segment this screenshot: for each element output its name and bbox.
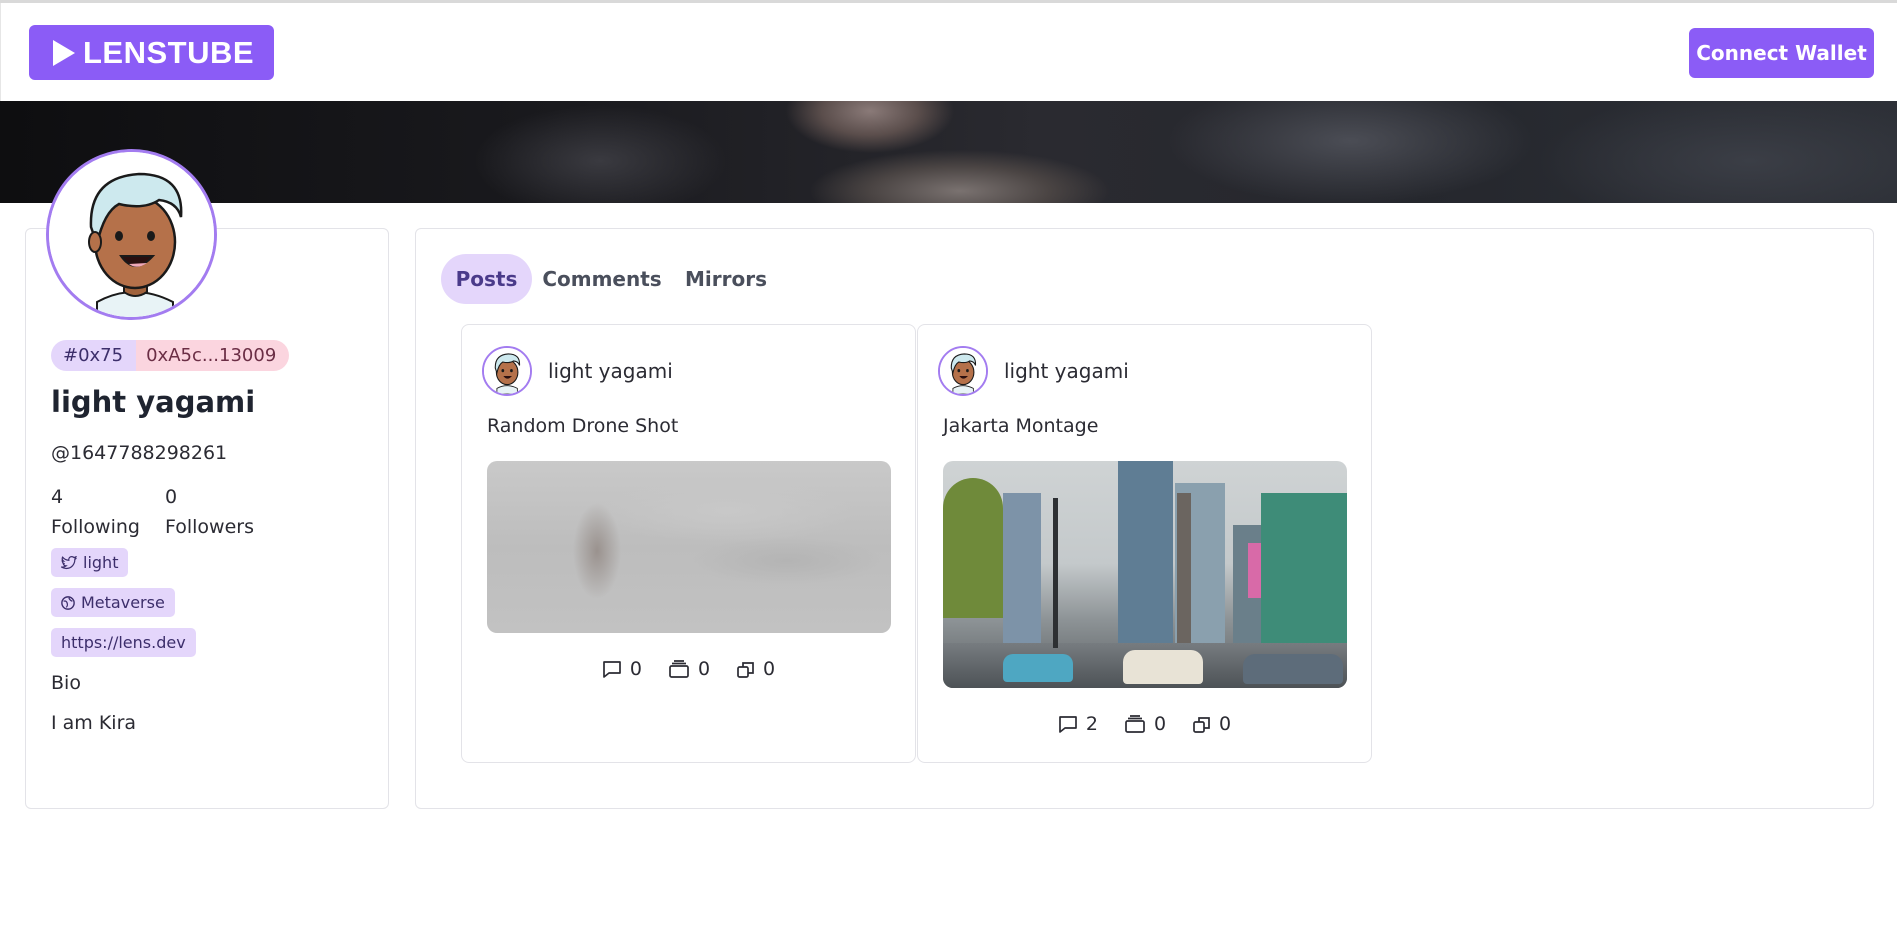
avatar-illustration — [940, 348, 986, 394]
followers-count: 0 — [165, 486, 178, 508]
collects-stat[interactable]: 0 — [668, 658, 710, 680]
lenstube-logo[interactable]: LENSTUBE — [29, 25, 274, 80]
play-icon — [53, 39, 75, 66]
globe-icon — [61, 595, 75, 610]
post-stats: 0 0 0 — [462, 658, 915, 680]
comments-stat[interactable]: 0 — [602, 658, 642, 680]
following-label: Following — [51, 516, 140, 538]
avatar-illustration — [484, 348, 530, 394]
location-text: Metaverse — [81, 593, 165, 612]
following-count: 4 — [51, 486, 64, 508]
connect-wallet-button[interactable]: Connect Wallet — [1689, 28, 1874, 78]
following-stat[interactable]: 4 Following — [51, 482, 140, 542]
comment-icon — [603, 660, 621, 678]
profile-chips: #0x75 0xA5c...13009 — [51, 340, 290, 371]
profile-name: light yagami — [51, 385, 256, 419]
tab-posts[interactable]: Posts — [441, 254, 532, 304]
comments-count: 2 — [1085, 713, 1098, 735]
avatar-illustration — [49, 152, 214, 317]
post-author-name[interactable]: light yagami — [1004, 359, 1129, 383]
collect-icon — [1125, 714, 1145, 733]
comments-count: 0 — [629, 658, 642, 680]
followers-stat[interactable]: 0 Followers — [165, 482, 254, 542]
mirror-icon — [1193, 716, 1210, 733]
collects-count: 0 — [1153, 713, 1167, 735]
profile-avatar — [46, 149, 217, 320]
post-video-thumbnail[interactable] — [487, 461, 891, 633]
post-author-avatar — [938, 346, 988, 396]
twitter-handle: light — [83, 553, 119, 572]
tab-mirrors[interactable]: Mirrors — [679, 254, 773, 304]
header: LENSTUBE Connect Wallet — [0, 3, 1897, 101]
post-author-avatar — [482, 346, 532, 396]
post-title: Jakarta Montage — [943, 415, 1099, 437]
mirrors-count: 0 — [763, 658, 776, 680]
logo-text: LENSTUBE — [83, 34, 255, 70]
mirror-icon — [737, 661, 754, 678]
post-title: Random Drone Shot — [487, 415, 679, 437]
wallet-address-chip[interactable]: 0xA5c...13009 — [136, 340, 290, 371]
location-tag: Metaverse — [51, 588, 175, 617]
comment-icon — [1059, 715, 1077, 733]
collects-stat[interactable]: 0 — [1124, 713, 1166, 735]
post-author[interactable]: light yagami — [938, 346, 1129, 396]
post-author-name[interactable]: light yagami — [548, 359, 673, 383]
post-card[interactable]: light yagami Jakarta Montage 2 0 0 — [917, 324, 1372, 763]
profile-id-chip[interactable]: #0x75 — [51, 340, 137, 371]
post-stats: 2 0 0 — [918, 713, 1371, 735]
twitter-tag[interactable]: light — [51, 548, 129, 577]
comments-stat[interactable]: 2 — [1058, 713, 1098, 735]
collect-icon — [669, 659, 689, 678]
website-link[interactable]: https://lens.dev — [61, 633, 186, 652]
website-tag[interactable]: https://lens.dev — [51, 628, 196, 657]
post-author[interactable]: light yagami — [482, 346, 673, 396]
mirrors-count: 0 — [1219, 713, 1232, 735]
bio-label: Bio — [51, 672, 81, 694]
collects-count: 0 — [697, 658, 711, 680]
tab-comments[interactable]: Comments — [541, 254, 663, 304]
mirrors-stat[interactable]: 0 — [736, 658, 775, 680]
bio-text: I am Kira — [51, 712, 137, 734]
twitter-icon — [61, 555, 77, 569]
mirrors-stat[interactable]: 0 — [1192, 713, 1231, 735]
post-video-thumbnail[interactable] — [943, 461, 1347, 688]
cover-image — [0, 101, 1897, 203]
profile-handle: @1647788298261 — [51, 442, 228, 464]
post-card[interactable]: light yagami Random Drone Shot 0 0 0 — [461, 324, 916, 763]
followers-label: Followers — [165, 516, 254, 538]
